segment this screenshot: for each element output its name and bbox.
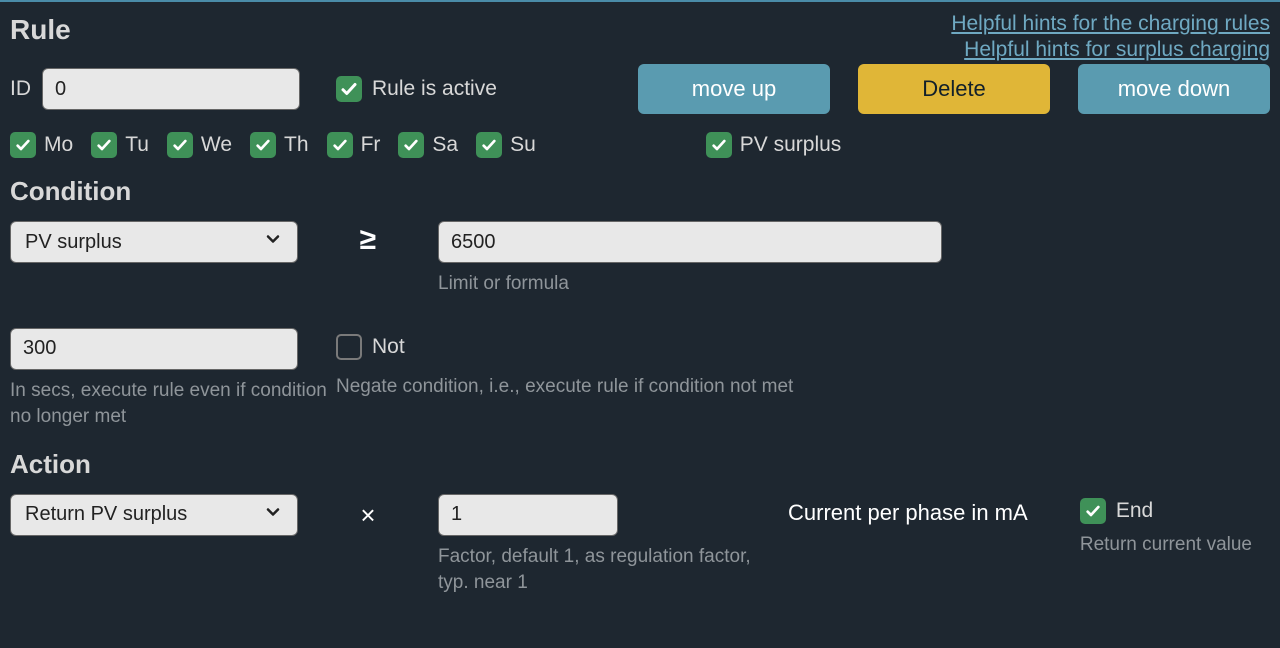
chevron-down-icon (263, 229, 283, 255)
not-label: Not (372, 335, 405, 359)
condition-heading: Condition (10, 176, 1270, 207)
not-help: Negate condition, i.e., execute rule if … (336, 374, 793, 401)
page-title: Rule (10, 14, 71, 46)
day-fr-label: Fr (361, 133, 381, 157)
day-th-label: Th (284, 133, 309, 157)
condition-operator: ≥ (298, 221, 438, 257)
day-sa-checkbox[interactable]: Sa (398, 132, 458, 158)
rule-active-checkbox[interactable]: Rule is active (336, 76, 497, 102)
id-input[interactable] (42, 68, 300, 110)
condition-select[interactable]: PV surplus (10, 221, 298, 263)
day-su-checkbox[interactable]: Su (476, 132, 536, 158)
condition-limit-help: Limit or formula (438, 271, 942, 298)
check-icon (91, 132, 117, 158)
check-icon (250, 132, 276, 158)
id-label: ID (10, 77, 42, 101)
condition-select-value: PV surplus (25, 231, 122, 254)
day-mo-label: Mo (44, 133, 73, 157)
pv-surplus-label: PV surplus (740, 133, 842, 157)
check-icon (10, 132, 36, 158)
move-down-button[interactable]: move down (1078, 64, 1270, 114)
day-su-label: Su (510, 133, 536, 157)
not-checkbox[interactable]: Not (336, 334, 769, 360)
pv-surplus-checkbox[interactable]: PV surplus (706, 132, 842, 158)
day-mo-checkbox[interactable]: Mo (10, 132, 73, 158)
current-per-phase-label: Current per phase in mA (788, 494, 1028, 526)
condition-secs-input[interactable] (10, 328, 298, 370)
day-we-label: We (201, 133, 232, 157)
end-help: Return current value (1080, 532, 1252, 559)
rule-active-label: Rule is active (372, 77, 497, 101)
end-checkbox[interactable]: End (1080, 498, 1153, 524)
multiply-symbol: × (298, 494, 438, 531)
check-icon (167, 132, 193, 158)
check-icon (706, 132, 732, 158)
check-icon (476, 132, 502, 158)
day-we-checkbox[interactable]: We (167, 132, 232, 158)
end-label: End (1116, 499, 1153, 523)
hint-surplus-charging-link[interactable]: Helpful hints for surplus charging (951, 38, 1270, 62)
check-icon (336, 76, 362, 102)
chevron-down-icon (263, 502, 283, 528)
action-select[interactable]: Return PV surplus (10, 494, 298, 536)
check-icon (327, 132, 353, 158)
move-up-button[interactable]: move up (638, 64, 830, 114)
factor-input[interactable] (438, 494, 618, 536)
delete-button[interactable]: Delete (858, 64, 1050, 114)
check-icon (398, 132, 424, 158)
action-select-value: Return PV surplus (25, 503, 187, 526)
day-tu-label: Tu (125, 133, 149, 157)
check-icon (1080, 498, 1106, 524)
day-fr-checkbox[interactable]: Fr (327, 132, 381, 158)
checkbox-empty-icon (336, 334, 362, 360)
hint-charging-rules-link[interactable]: Helpful hints for the charging rules (951, 12, 1270, 36)
action-heading: Action (10, 449, 1270, 480)
factor-help: Factor, default 1, as regulation factor,… (438, 544, 758, 597)
condition-limit-input[interactable] (438, 221, 942, 263)
day-tu-checkbox[interactable]: Tu (91, 132, 149, 158)
day-th-checkbox[interactable]: Th (250, 132, 309, 158)
day-sa-label: Sa (432, 133, 458, 157)
condition-secs-help: In secs, execute rule even if condition … (10, 378, 336, 431)
